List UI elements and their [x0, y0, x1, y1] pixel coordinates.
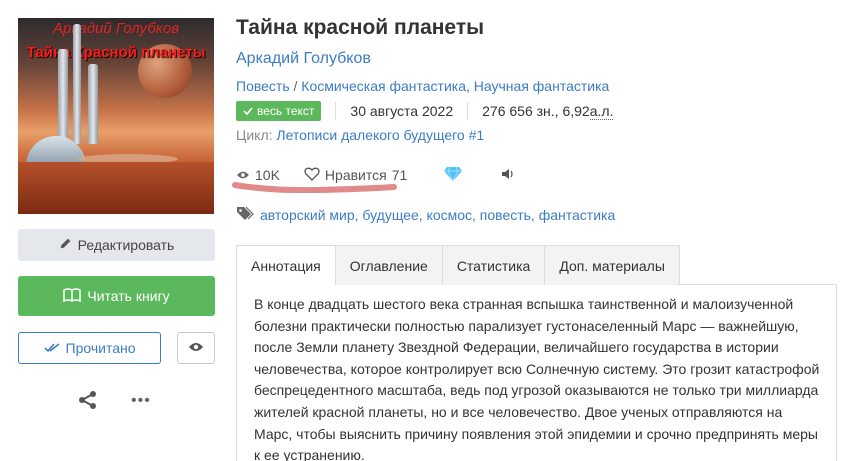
- book-cover[interactable]: Аркадий Голубков Тайна Красной планеты: [18, 18, 214, 214]
- meta-row: весь текст 30 августа 2022 276 656 зн., …: [236, 100, 614, 122]
- divider: [467, 102, 469, 120]
- publish-date: 30 августа 2022: [350, 103, 454, 119]
- panel-border: [676, 284, 837, 285]
- check-icon: [243, 104, 253, 118]
- divider: [335, 102, 337, 120]
- cycle-link[interactable]: Летописи далекого будущего #1: [276, 127, 484, 143]
- eye-icon: [188, 340, 204, 356]
- cover-tower: [88, 64, 98, 144]
- tab-bar: Аннотация Оглавление Статистика Доп. мат…: [236, 245, 680, 285]
- size-unit[interactable]: а.л.: [589, 103, 614, 120]
- book-title: Тайна красной планеты: [236, 16, 485, 39]
- cover-ground: [18, 162, 214, 214]
- pencil-icon: [59, 237, 72, 253]
- status-badge: весь текст: [236, 101, 322, 121]
- cycle-line: Цикл: Летописи далекого будущего #1: [236, 127, 484, 143]
- genres-line: Повесть / Космическая фантастика, Научна…: [236, 78, 609, 94]
- panel-border: [836, 284, 837, 461]
- diamond-icon[interactable]: [443, 166, 463, 185]
- genre-link[interactable]: Космическая фантастика: [301, 78, 466, 94]
- annotation-text: В конце двадцать шестого века странная в…: [254, 296, 820, 461]
- genre-comma: ,: [465, 78, 474, 94]
- share-icon[interactable]: [77, 389, 99, 411]
- genre-link[interactable]: Научная фантастика: [474, 78, 610, 94]
- watch-button[interactable]: [177, 332, 215, 364]
- panel-border: [236, 284, 237, 461]
- cover-title-text: Тайна Красной планеты: [26, 44, 206, 61]
- tab-annotation[interactable]: Аннотация: [236, 245, 336, 285]
- cover-tower: [58, 49, 68, 144]
- read-book-label: Читать книгу: [87, 288, 170, 304]
- form-link[interactable]: Повесть: [236, 78, 290, 94]
- highlight-stroke: [232, 182, 397, 193]
- status-badge-label: весь текст: [257, 104, 315, 118]
- more-options-icon[interactable]: •••: [131, 392, 151, 410]
- tags-line: авторский мир, будущее, космос, повесть,…: [236, 206, 615, 223]
- tags-icon: [236, 206, 254, 223]
- cycle-label: Цикл:: [236, 127, 277, 143]
- edit-button[interactable]: Редактировать: [18, 229, 215, 261]
- tab-statistics[interactable]: Статистика: [441, 245, 546, 285]
- size-text: 276 656 зн., 6,92: [482, 103, 590, 119]
- tab-extra-materials[interactable]: Доп. материалы: [544, 245, 680, 285]
- edit-button-label: Редактировать: [77, 237, 175, 253]
- cover-tower: [73, 24, 81, 144]
- mark-read-label: Прочитано: [65, 340, 136, 356]
- double-check-icon: [43, 340, 60, 356]
- cover-author-text: Аркадий Голубков: [52, 20, 180, 37]
- read-book-button[interactable]: Читать книгу: [18, 276, 215, 316]
- speaker-icon[interactable]: [501, 167, 515, 183]
- tab-contents[interactable]: Оглавление: [334, 245, 443, 285]
- tags-list[interactable]: авторский мир, будущее, космос, повесть,…: [260, 207, 615, 223]
- author-link[interactable]: Аркадий Голубков: [236, 50, 371, 68]
- open-book-icon: [63, 287, 82, 305]
- genre-separator: /: [289, 78, 302, 94]
- mark-read-button[interactable]: Прочитано: [18, 332, 161, 364]
